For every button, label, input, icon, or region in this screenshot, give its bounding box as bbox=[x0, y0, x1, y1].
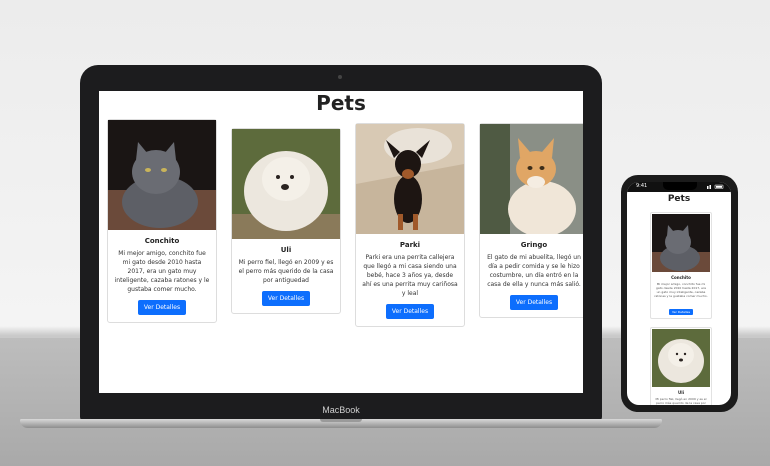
dog-photo-uli bbox=[232, 129, 340, 239]
phone-pet-card-uli: Uli Mi perro fiel, llegó en 2009 y es el… bbox=[650, 327, 712, 405]
details-button[interactable]: Ver Detalles bbox=[137, 300, 187, 315]
laptop-brand-label: MacBook bbox=[322, 405, 360, 415]
pet-card-conchito: Conchito Mi mejor amigo, conchito fue mi… bbox=[107, 119, 217, 323]
phone-status-bar: 9:41 bbox=[627, 182, 731, 192]
pet-card-uli: Uli Mi perro fiel, llegó en 2009 y es el… bbox=[231, 128, 341, 314]
cat-photo-gringo bbox=[480, 124, 583, 234]
pet-name: Parki bbox=[399, 241, 421, 249]
details-button[interactable]: Ver Detalles bbox=[509, 295, 559, 310]
laptop-screen: Pets Conchito Mi mejor amigo, conchito f… bbox=[99, 91, 583, 393]
details-button[interactable]: Ver Detalles bbox=[385, 304, 435, 319]
pet-description: Mi mejor amigo, conchito fue mi gato des… bbox=[114, 250, 210, 293]
phone-pet-card-conchito: Conchito Mi mejor amigo, conchito fue mi… bbox=[650, 212, 712, 319]
pet-card-gringo: Gringo El gato de mi abuelita, llegó un … bbox=[479, 123, 583, 318]
laptop-base bbox=[20, 419, 662, 428]
dog-photo-uli bbox=[652, 329, 710, 387]
pet-description: Mi perro fiel, llegó en 2009 y es el per… bbox=[238, 259, 334, 284]
status-time: 9:41 bbox=[636, 183, 648, 189]
pet-description: Mi perro fiel, llegó en 2009 y es el per… bbox=[655, 397, 707, 405]
battery-icon bbox=[707, 184, 724, 189]
pet-description: Parki era una perrita callejera que lleg… bbox=[362, 254, 458, 297]
pet-description: Mi mejor amigo, conchito fue mi gato des… bbox=[654, 282, 708, 298]
details-button[interactable]: Ver Detalles bbox=[668, 309, 694, 315]
pet-name: Uli bbox=[280, 246, 292, 254]
pet-card-parki: Parki Parki era una perrita callejera qu… bbox=[355, 123, 465, 327]
details-button[interactable]: Ver Detalles bbox=[261, 291, 311, 306]
pet-name: Uli bbox=[678, 390, 684, 395]
camera-icon bbox=[338, 75, 342, 79]
cat-photo-conchito bbox=[652, 214, 710, 272]
dog-photo-parki bbox=[356, 124, 464, 234]
cat-photo-conchito bbox=[108, 120, 216, 230]
pet-name: Conchito bbox=[671, 275, 691, 280]
pet-description: El gato de mi abuelita, llegó un día a p… bbox=[487, 254, 581, 288]
phone-notch bbox=[663, 182, 697, 190]
pet-name: Conchito bbox=[144, 237, 180, 245]
phone-page-title: Pets bbox=[667, 194, 691, 204]
pet-name: Gringo bbox=[520, 241, 548, 249]
phone-screen: 9:41 Pets Conchito Mi mejor amigo, conch… bbox=[627, 182, 731, 405]
laptop-notch bbox=[320, 419, 362, 422]
page-title: Pets bbox=[316, 91, 366, 115]
